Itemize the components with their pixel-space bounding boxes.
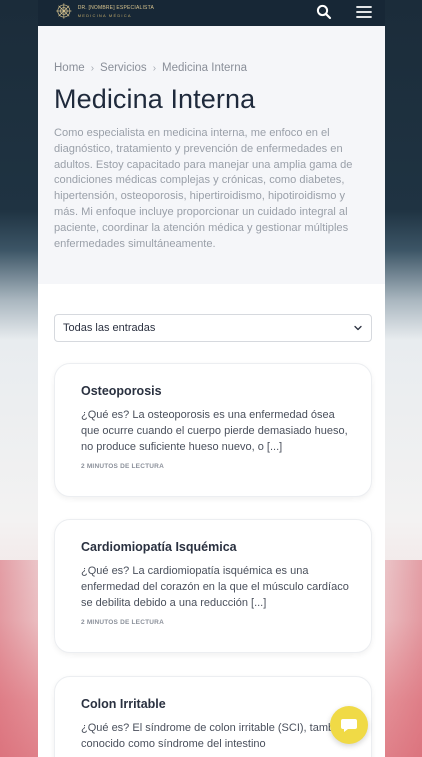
post-title[interactable]: Cardiomiopatía Isquémica xyxy=(81,540,345,554)
breadcrumb-home[interactable]: Home xyxy=(54,62,85,74)
category-filter-select[interactable]: Todas las entradas xyxy=(54,314,372,342)
page-title: Medicina Interna xyxy=(54,84,256,114)
page-intro: Como especialista en medicina interna, m… xyxy=(54,127,353,250)
logo-line1: DR. [NOMBRE] ESPECIALISTA xyxy=(77,4,154,11)
search-icon[interactable] xyxy=(315,3,333,21)
filter-selected-value: Todas las entradas xyxy=(63,322,156,334)
post-reading-time: 2 MINUTOS DE LECTURA xyxy=(81,619,164,627)
post-card[interactable]: Cardiomiopatía Isquémica ¿Qué es? La car… xyxy=(54,519,372,653)
post-excerpt: ¿Qué es? La cardiomiopatía isquémica es … xyxy=(81,565,349,609)
logo-emblem-icon xyxy=(56,3,72,19)
breadcrumb-separator: › xyxy=(152,62,157,74)
breadcrumb-current: Medicina Interna xyxy=(162,62,248,74)
post-title[interactable]: Osteoporosis xyxy=(81,384,345,398)
post-excerpt: ¿Qué es? El síndrome de colon irritable … xyxy=(81,722,349,750)
post-title[interactable]: Colon Irritable xyxy=(81,697,345,711)
chat-widget-button[interactable] xyxy=(330,706,368,744)
breadcrumb: Home › Servicios › Medicina Interna xyxy=(54,62,247,74)
hamburger-menu-icon[interactable] xyxy=(355,3,373,21)
site-header: DR. [NOMBRE] ESPECIALISTA MEDICINA MÉDIC… xyxy=(38,0,385,26)
chat-icon xyxy=(341,719,357,732)
post-reading-time: 2 MINUTOS DE LECTURA xyxy=(81,463,164,471)
post-card[interactable]: Colon Irritable ¿Qué es? El síndrome de … xyxy=(54,676,372,757)
post-card[interactable]: Osteoporosis ¿Qué es? La osteoporosis es… xyxy=(54,363,372,497)
page-hero: Home › Servicios › Medicina Interna Medi… xyxy=(38,26,385,284)
logo-line2: MEDICINA MÉDICA xyxy=(77,12,132,18)
chevron-down-icon xyxy=(354,325,362,331)
breadcrumb-servicios[interactable]: Servicios xyxy=(100,62,147,74)
site-logo[interactable]: DR. [NOMBRE] ESPECIALISTA MEDICINA MÉDIC… xyxy=(54,0,154,22)
breadcrumb-separator: › xyxy=(90,62,95,74)
post-excerpt: ¿Qué es? La osteoporosis es una enfermed… xyxy=(81,409,348,453)
